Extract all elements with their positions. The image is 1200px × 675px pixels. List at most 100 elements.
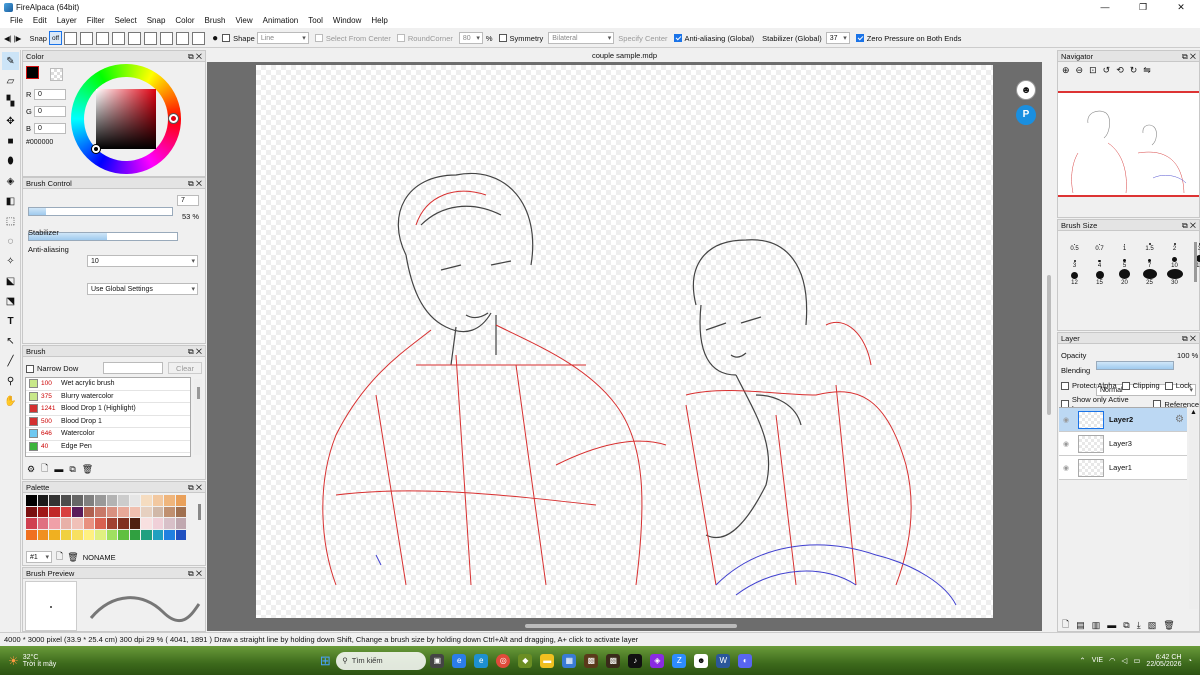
delete-palette-icon[interactable]: 🗑 bbox=[67, 552, 78, 563]
palette-swatch[interactable] bbox=[60, 518, 71, 529]
palette-swatch[interactable] bbox=[141, 529, 152, 540]
menu-animation[interactable]: Animation bbox=[258, 14, 304, 28]
lock-checkbox[interactable] bbox=[1164, 381, 1173, 390]
new-1bit-layer-icon[interactable]: ▥ bbox=[1092, 620, 1101, 631]
panel-dock-close-icon[interactable]: ⧉ ✕ bbox=[188, 482, 202, 493]
brush-size-option[interactable]: 12 bbox=[1062, 269, 1087, 286]
store-icon[interactable]: ▦ bbox=[562, 653, 577, 668]
new-brush-icon[interactable]: 🗋 bbox=[41, 461, 48, 477]
clock[interactable]: 6:42 CH 22/05/2026 bbox=[1146, 654, 1181, 668]
palette-swatch[interactable] bbox=[164, 529, 175, 540]
b-input[interactable]: 0 bbox=[34, 123, 66, 134]
rotate-left-icon[interactable]: ↺ bbox=[1103, 65, 1111, 76]
prev-frame-icon[interactable]: ◀| bbox=[4, 31, 12, 45]
palette-swatch[interactable] bbox=[129, 506, 140, 517]
brush-item[interactable]: 1241 Blood Drop 1 (Highlight) bbox=[26, 403, 190, 416]
g-input[interactable]: 0 bbox=[34, 106, 66, 117]
brush-item[interactable]: 500 Blood Drop 1 bbox=[26, 416, 190, 428]
palette-swatch[interactable] bbox=[106, 506, 117, 517]
palette-swatch[interactable] bbox=[49, 518, 60, 529]
select-rect-icon[interactable]: ⬚ bbox=[2, 212, 19, 230]
drawing-canvas[interactable] bbox=[256, 65, 993, 618]
reset-rotation-icon[interactable]: ⟲ bbox=[1116, 65, 1124, 76]
lasso-tool-icon[interactable]: ◌ bbox=[2, 232, 19, 250]
brush-size-option[interactable]: 0.5 bbox=[1062, 235, 1087, 252]
palette-scrollbar[interactable] bbox=[198, 504, 201, 520]
palette-swatch[interactable] bbox=[37, 495, 48, 506]
palette-swatch[interactable] bbox=[26, 518, 37, 529]
palette-swatch[interactable] bbox=[118, 495, 129, 506]
protect-alpha-checkbox[interactable] bbox=[1061, 381, 1069, 390]
brush-filter-input[interactable] bbox=[103, 362, 163, 374]
brush-size-option[interactable]: 20 bbox=[1112, 269, 1137, 286]
tiktok-icon[interactable]: ♪ bbox=[628, 653, 643, 668]
palette-swatch[interactable] bbox=[118, 518, 129, 529]
panel-dock-close-icon[interactable]: ⧉ ✕ bbox=[1182, 220, 1196, 231]
hue-picker-handle[interactable] bbox=[169, 114, 178, 123]
chrome-icon[interactable]: ◎ bbox=[496, 653, 511, 668]
brush-item[interactable]: 375 Blurry watercolor bbox=[26, 391, 190, 403]
zoom-out-icon[interactable]: ⊖ bbox=[1076, 65, 1084, 76]
menu-color[interactable]: Color bbox=[170, 14, 199, 28]
palette-swatch[interactable] bbox=[118, 529, 129, 540]
palette-swatch[interactable] bbox=[129, 529, 140, 540]
word-icon[interactable]: W bbox=[716, 653, 731, 668]
pen-tool-icon[interactable]: ✎ bbox=[2, 52, 19, 70]
palette-swatch[interactable] bbox=[83, 529, 94, 540]
brush-size-value[interactable]: 7 bbox=[177, 195, 199, 206]
palette-swatch[interactable] bbox=[152, 529, 163, 540]
narrow-down-checkbox[interactable] bbox=[26, 364, 34, 373]
mascot-icon[interactable]: ☻ bbox=[1016, 80, 1036, 100]
palette-swatch[interactable] bbox=[72, 518, 83, 529]
menu-window[interactable]: Window bbox=[328, 14, 366, 28]
round-corner-value[interactable]: 80 bbox=[458, 32, 483, 44]
magic-wand-icon[interactable]: ✧ bbox=[2, 252, 19, 270]
palette-swatch[interactable] bbox=[72, 506, 83, 517]
menu-layer[interactable]: Layer bbox=[52, 14, 82, 28]
palette-swatch[interactable] bbox=[175, 518, 186, 529]
wifi-icon[interactable]: ◠ bbox=[1109, 656, 1116, 665]
brush-size-option[interactable]: 5 bbox=[1112, 252, 1137, 269]
merge-down-icon[interactable]: ⤓ bbox=[1137, 620, 1141, 631]
brush-list-scrollbar[interactable] bbox=[194, 379, 202, 455]
panel-dock-close-icon[interactable]: ⧉ ✕ bbox=[188, 51, 202, 62]
palette-swatch[interactable] bbox=[83, 506, 94, 517]
snap-off-button[interactable]: off bbox=[48, 31, 63, 45]
sv-picker-handle[interactable] bbox=[92, 145, 100, 153]
palette-swatch[interactable] bbox=[106, 529, 117, 540]
panel-dock-close-icon[interactable]: ⧉ ✕ bbox=[188, 178, 202, 189]
new-palette-icon[interactable]: 🗋 bbox=[56, 549, 63, 565]
menu-snap[interactable]: Snap bbox=[142, 14, 171, 28]
layer-visibility-icon[interactable]: ◉ bbox=[1059, 464, 1073, 472]
brush-item[interactable]: 100 Wet acrylic brush bbox=[26, 378, 190, 391]
brush-size-option[interactable]: 3 bbox=[1062, 252, 1087, 269]
palette-swatch[interactable] bbox=[37, 518, 48, 529]
panel-dock-close-icon[interactable]: ⧉ ✕ bbox=[1182, 333, 1196, 344]
layer-item[interactable]: ◉ Layer2 ⚙ bbox=[1059, 408, 1187, 432]
layer-scrollbar[interactable]: ▲ bbox=[1189, 409, 1198, 609]
stabilizer-global-dropdown[interactable]: 37 bbox=[825, 32, 850, 44]
zalo-icon[interactable]: Z bbox=[672, 653, 687, 668]
palette-swatch[interactable] bbox=[49, 495, 60, 506]
brush-size-option[interactable]: 10 bbox=[1162, 252, 1187, 269]
palette-swatch[interactable] bbox=[83, 518, 94, 529]
app-icon-1[interactable]: ◆ bbox=[518, 653, 533, 668]
notification-icon[interactable]: ◔ bbox=[1187, 656, 1192, 665]
brush-size-scrollbar[interactable] bbox=[1194, 242, 1197, 282]
discord-icon[interactable]: ◐ bbox=[738, 653, 753, 668]
firealpaca-taskbar-icon[interactable]: ☻ bbox=[694, 653, 709, 668]
brush-size-option[interactable]: 25 bbox=[1137, 269, 1162, 286]
taskbar-search[interactable]: ⚲ Tìm kiếm bbox=[336, 651, 427, 670]
duplicate-brush-icon[interactable]: ⧉ bbox=[69, 464, 75, 475]
palette-swatch[interactable] bbox=[37, 506, 48, 517]
transparent-color-swatch[interactable] bbox=[50, 68, 63, 81]
palette-swatch[interactable] bbox=[175, 529, 186, 540]
palette-swatch[interactable] bbox=[49, 529, 60, 540]
close-button[interactable]: ✕ bbox=[1162, 0, 1200, 14]
palette-swatch[interactable] bbox=[95, 495, 106, 506]
flip-icon[interactable]: ⇋ bbox=[1143, 65, 1151, 76]
move-tool-icon[interactable]: ✥ bbox=[2, 112, 19, 130]
minimize-button[interactable]: — bbox=[1086, 0, 1124, 14]
palette-swatch[interactable] bbox=[83, 495, 94, 506]
layer-visibility-icon[interactable]: ◉ bbox=[1059, 416, 1073, 424]
